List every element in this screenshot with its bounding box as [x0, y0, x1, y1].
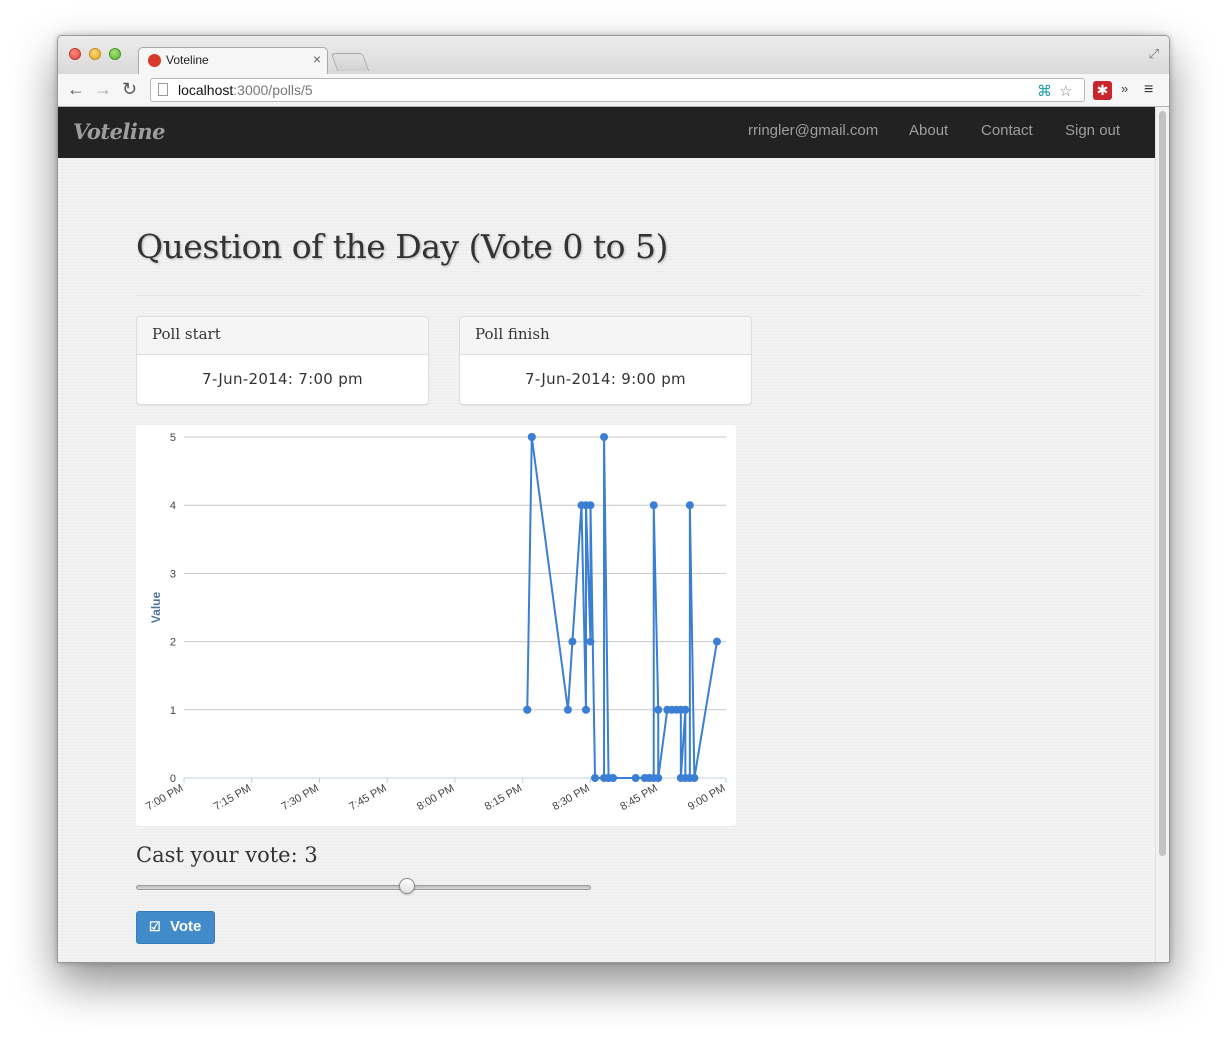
- y-tick-label: 3: [170, 568, 176, 580]
- y-tick-label: 2: [170, 637, 176, 649]
- window-zoom-button[interactable]: [109, 48, 121, 60]
- extension-network-icon[interactable]: ⌘: [1037, 82, 1052, 100]
- data-point: [654, 774, 663, 782]
- favicon-icon: [148, 54, 161, 67]
- data-point: [591, 774, 600, 782]
- data-point: [685, 501, 694, 510]
- data-point: [654, 705, 663, 714]
- data-point: [631, 774, 640, 782]
- x-tick-label: 8:45 PM: [618, 782, 659, 813]
- x-tick-label: 7:15 PM: [212, 782, 253, 813]
- data-point: [690, 774, 699, 782]
- votes-chart-svg: 0 1 2 3 4 5 7:00 PM 7:15 PM 7:30 PM 7:45 PM 8:00 P…: [144, 432, 727, 813]
- poll-start-panel: Poll start 7-Jun-2014: 7:00 pm: [136, 316, 429, 405]
- poll-start-label: Poll start: [137, 317, 428, 355]
- y-tick-label: 0: [170, 773, 176, 785]
- x-tick-label: 8:00 PM: [415, 782, 456, 813]
- x-tick-label: 9:00 PM: [686, 782, 727, 813]
- data-point: [600, 433, 609, 441]
- bookmark-star-icon[interactable]: ☆: [1059, 82, 1072, 100]
- scrollbar-thumb[interactable]: [1159, 111, 1166, 856]
- menu-icon[interactable]: ≡: [1144, 81, 1153, 99]
- new-tab-button[interactable]: [330, 53, 370, 71]
- title-bar: Voteline × ⤢: [58, 36, 1169, 74]
- vertical-scrollbar[interactable]: [1155, 107, 1169, 962]
- page-viewport: Voteline rringler@gmail.com About Contac…: [58, 107, 1155, 962]
- series-line: [526, 436, 718, 779]
- vote-label: Cast your vote: 3: [136, 843, 318, 867]
- url-host: localhost: [178, 82, 234, 98]
- browser-tab[interactable]: Voteline ×: [138, 47, 328, 74]
- browser-toolbar: ← → ↻ localhost:3000/polls/5 ⌘ ☆ ✱ » ≡: [58, 74, 1169, 107]
- poll-finish-value: 7-Jun-2014: 9:00 pm: [525, 370, 686, 388]
- poll-start-value: 7-Jun-2014: 7:00 pm: [202, 370, 363, 388]
- checkbox-icon: ☑: [149, 919, 161, 934]
- fullscreen-icon[interactable]: ⤢: [1149, 46, 1159, 62]
- address-bar[interactable]: localhost:3000/polls/5 ⌘ ☆: [150, 78, 1085, 102]
- extension-red-icon[interactable]: ✱: [1093, 81, 1112, 100]
- vote-slider-handle[interactable]: [399, 878, 416, 894]
- vote-slider[interactable]: [136, 885, 591, 890]
- y-axis-label: Value: [149, 592, 163, 624]
- nav-sign-out[interactable]: Sign out: [1065, 122, 1120, 139]
- brand-logo[interactable]: Voteline: [73, 119, 166, 144]
- tab-close-icon[interactable]: ×: [313, 51, 321, 67]
- data-point: [581, 705, 590, 714]
- nav-user-email[interactable]: rringler@gmail.com: [748, 122, 878, 139]
- data-point: [712, 637, 721, 646]
- poll-finish-label: Poll finish: [460, 317, 751, 355]
- forward-arrow-icon[interactable]: →: [94, 79, 112, 100]
- data-point: [563, 705, 572, 714]
- data-point: [609, 774, 618, 782]
- x-tick-label: 8:30 PM: [551, 782, 592, 813]
- more-extensions-icon[interactable]: »: [1121, 81, 1128, 96]
- reload-icon[interactable]: ↻: [122, 79, 137, 100]
- data-point: [649, 501, 658, 510]
- window-minimize-button[interactable]: [89, 48, 101, 60]
- url-path: :3000/polls/5: [233, 82, 313, 98]
- y-tick-label: 5: [170, 432, 176, 444]
- data-point: [527, 433, 536, 441]
- data-point: [681, 705, 690, 714]
- data-point: [523, 705, 532, 714]
- tab-title: Voteline: [166, 53, 209, 67]
- x-tick-label: 8:15 PM: [483, 782, 524, 813]
- url-text[interactable]: localhost:3000/polls/5: [178, 82, 313, 98]
- data-point: [586, 637, 595, 646]
- nav-about[interactable]: About: [909, 122, 948, 139]
- page-title: Question of the Day (Vote 0 to 5): [136, 227, 668, 266]
- x-tick-label: 7:00 PM: [144, 782, 185, 813]
- window-close-button[interactable]: [69, 48, 81, 60]
- browser-window: Voteline × ⤢ ← → ↻ localhost:3000/polls/…: [57, 35, 1170, 963]
- title-divider: [136, 295, 1140, 296]
- page-icon: [158, 83, 168, 96]
- navbar: Voteline rringler@gmail.com About Contac…: [58, 107, 1155, 158]
- x-tick-label: 7:45 PM: [347, 782, 388, 813]
- back-arrow-icon[interactable]: ←: [67, 79, 85, 100]
- nav-contact[interactable]: Contact: [981, 122, 1033, 139]
- poll-finish-panel: Poll finish 7-Jun-2014: 9:00 pm: [459, 316, 752, 405]
- vote-button[interactable]: ☑ Vote: [136, 911, 215, 944]
- data-point: [586, 501, 595, 510]
- votes-chart: 0 1 2 3 4 5 7:00 PM 7:15 PM 7:30 PM 7:45 PM 8:00 P…: [136, 425, 736, 826]
- y-tick-label: 4: [170, 500, 176, 512]
- vote-button-label: Vote: [170, 918, 202, 935]
- x-tick-label: 7:30 PM: [280, 782, 321, 813]
- y-tick-label: 1: [170, 705, 176, 717]
- data-point: [568, 637, 577, 646]
